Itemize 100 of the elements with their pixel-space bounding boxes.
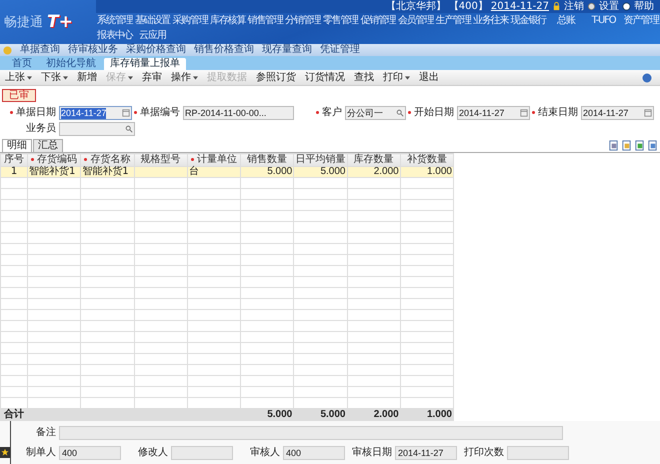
toolbar-button[interactable]: 查找	[354, 72, 374, 84]
top-link[interactable]: 设置	[599, 0, 619, 12]
field-label: 开始日期	[406, 107, 454, 119]
top-link[interactable]: 帮助	[634, 0, 654, 12]
field-label: 打印次数	[463, 447, 504, 459]
table-cell: 智能补货1	[29, 166, 76, 177]
menu-item[interactable]: 现金银行	[510, 14, 548, 26]
menu-item[interactable]: 基础设置	[134, 14, 172, 26]
input-field[interactable]	[171, 446, 233, 460]
toolbar-button[interactable]: 上张	[5, 72, 32, 84]
toolbar-button[interactable]: 参照订货	[256, 72, 296, 84]
input-field[interactable]: 400	[59, 446, 121, 460]
menu-item[interactable]: 分销管理	[284, 14, 322, 26]
quick-link[interactable]: 凭证管理	[320, 44, 360, 56]
input-field[interactable]: 2014-11-27	[395, 446, 457, 460]
input-field[interactable]: 分公司一	[345, 106, 406, 120]
column-header: 规格型号	[134, 154, 188, 166]
table-cell: 1	[10, 166, 18, 177]
menu-item[interactable]: 资产管理	[622, 14, 660, 26]
calendar-icon[interactable]	[520, 109, 528, 117]
table-cell: 台	[188, 166, 199, 177]
quick-link[interactable]: 现存量查询	[262, 44, 312, 56]
top-link[interactable]: 注销	[564, 0, 584, 12]
caret-icon	[405, 76, 410, 80]
quick-link[interactable]: 采购价格查询	[126, 44, 186, 56]
total-cell: 5.000	[320, 409, 346, 420]
column-header: 存货名称	[80, 154, 134, 166]
toolbar-button[interactable]: 退出	[419, 72, 439, 84]
menu-item[interactable]: 报表中心	[96, 30, 134, 42]
page-tab[interactable]: 首页	[6, 58, 38, 70]
quick-link[interactable]: 待审核业务	[68, 44, 118, 56]
toolbar-button[interactable]: 新增	[77, 72, 97, 84]
menu-item[interactable]: 库存核算	[208, 14, 246, 26]
detail-tab[interactable]: 汇总	[33, 139, 63, 152]
caret-icon	[128, 76, 133, 80]
table-cell: 1.000	[426, 166, 452, 177]
field-label: 审核日期	[351, 447, 392, 459]
field-label: 修改人	[137, 447, 168, 459]
column-header: 销售数量	[240, 154, 294, 166]
company-name: 【北京华邦】	[386, 0, 446, 12]
menu-item[interactable]: 生产管理	[434, 14, 472, 26]
toolbar-button[interactable]: 弃审	[142, 72, 162, 84]
menu-item[interactable]: 会员管理	[396, 14, 434, 26]
menu-item[interactable]: 系统管理	[96, 14, 134, 26]
search-icon[interactable]	[125, 125, 133, 133]
field-label: 单据编号	[132, 107, 180, 119]
input-field[interactable]	[507, 446, 569, 460]
document-icon[interactable]	[608, 140, 619, 151]
total-label: 合计	[4, 409, 24, 420]
document-icon[interactable]	[621, 140, 632, 151]
input-field[interactable]: 400	[283, 446, 345, 460]
column-header: 计量单位	[187, 154, 240, 166]
menu-item[interactable]: 采购管理	[171, 14, 209, 26]
column-header: 存货编码	[28, 154, 81, 166]
quick-link[interactable]: 销售价格查询	[194, 44, 254, 56]
calendar-icon[interactable]	[122, 109, 130, 117]
date-link[interactable]: 2014-11-27	[490, 0, 549, 12]
user-code: 【400】	[448, 0, 488, 12]
input-field[interactable]: 2014-11-27	[59, 106, 132, 120]
table-cell: 2.000	[374, 166, 399, 177]
toolbar-button[interactable]: 操作	[171, 72, 198, 84]
field-label: 单据日期	[8, 107, 56, 119]
caret-icon	[63, 76, 68, 80]
table-cell: 5.000	[267, 166, 292, 177]
caret-icon	[27, 76, 32, 80]
lock-icon	[552, 2, 561, 11]
total-cell: 1.000	[426, 409, 452, 420]
page-tab[interactable]: 初始化导航	[40, 58, 102, 70]
menu-item[interactable]: 总账	[547, 14, 585, 26]
input-field[interactable]	[59, 426, 563, 440]
input-field[interactable]: 2014-11-27	[581, 106, 654, 120]
toolbar-button[interactable]: 下张	[41, 72, 68, 84]
field-label: 结束日期	[530, 107, 578, 119]
logo-text: 畅捷通	[4, 14, 43, 30]
search-icon[interactable]	[396, 109, 404, 117]
menu-item[interactable]: 促销管理	[359, 14, 397, 26]
menu-item[interactable]: T-UFO	[584, 14, 622, 26]
document-icon[interactable]	[634, 140, 645, 151]
table-cell: 5.000	[320, 166, 346, 177]
input-field[interactable]: 2014-11-27	[457, 106, 530, 120]
field-label: 审核人	[249, 447, 280, 459]
menu-item[interactable]: 云应用	[134, 30, 172, 42]
page-tab[interactable]: 库存销量上报单	[104, 58, 186, 70]
calendar-icon[interactable]	[644, 109, 652, 117]
input-field[interactable]	[59, 122, 135, 136]
detail-tab[interactable]: 明细	[2, 139, 32, 152]
field-label: 客户	[294, 107, 342, 119]
toolbar-button[interactable]: 打印	[383, 72, 410, 84]
toolbar-button[interactable]: 订货情况	[305, 72, 345, 84]
document-icon[interactable]	[647, 140, 658, 151]
field-label: 制单人	[25, 447, 56, 459]
menu-item[interactable]: 销售管理	[246, 14, 284, 26]
column-header: 库存数量	[347, 154, 400, 166]
menu-item[interactable]: 零售管理	[322, 14, 360, 26]
menu-item[interactable]: 业务往来	[472, 14, 510, 26]
caret-icon	[193, 76, 198, 80]
quick-link[interactable]: 单据查询	[20, 44, 60, 56]
column-header: 日平均销量	[294, 154, 347, 166]
input-field[interactable]: RP-2014-11-00-00...	[183, 106, 294, 120]
star-icon[interactable]	[0, 447, 10, 458]
